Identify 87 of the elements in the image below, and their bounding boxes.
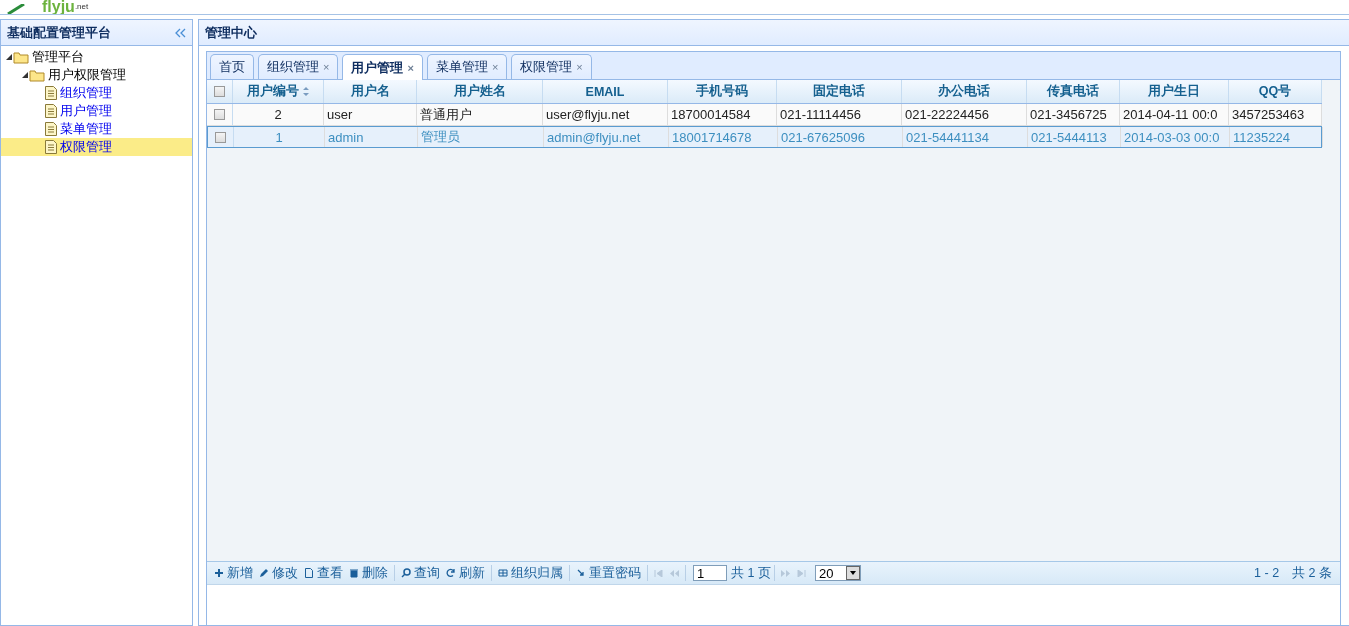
table-cell: 021-11114456 <box>780 107 861 122</box>
sidebar-title: 基础配置管理平台 <box>7 23 111 42</box>
tree-item[interactable]: 管理平台 <box>1 48 192 66</box>
pencil-icon <box>259 568 269 578</box>
toolbar-button[interactable]: 刷新 <box>443 564 488 582</box>
column-header[interactable]: 用户名 <box>350 83 390 100</box>
last-page-icon[interactable] <box>796 569 806 577</box>
column-header[interactable]: 手机号码 <box>696 83 748 100</box>
toolbar-button[interactable]: 删除 <box>346 564 391 582</box>
table-cell: 11235224 <box>1233 129 1290 145</box>
table-cell: 2014-04-11 00:0 <box>1123 107 1218 122</box>
page-number-field[interactable]: 1 <box>693 565 727 581</box>
table-cell: admin@flyju.net <box>547 129 641 145</box>
tree-item[interactable]: 用户管理 <box>1 102 192 120</box>
tab[interactable]: 首页 <box>210 54 254 79</box>
table-cell: 2014-03-03 00:0 <box>1124 129 1220 145</box>
record-summary: 1 - 2 共 2 条 <box>1254 564 1333 582</box>
table-cell: admin <box>328 129 364 145</box>
document-icon <box>45 86 57 100</box>
checkbox[interactable] <box>214 86 225 97</box>
column-header[interactable]: 用户姓名 <box>453 83 506 100</box>
tree-item[interactable]: 权限管理 <box>1 138 192 156</box>
table-cell: 021-67625096 <box>781 129 865 145</box>
arrow-icon <box>576 568 586 578</box>
expand-arrow-icon[interactable] <box>21 71 29 79</box>
tree-item[interactable]: 菜单管理 <box>1 120 192 138</box>
logo-mark-icon <box>6 4 26 14</box>
table-row[interactable]: 1 admin 管理员 admin@flyju.net 18001714678 021-67625096 021-54441134 021-5444113 2014-03-03 00:0 11235224 <box>207 126 1322 148</box>
table-cell: 普通用户 <box>420 105 472 124</box>
column-header[interactable]: 用户编号 <box>246 83 299 100</box>
close-icon[interactable]: × <box>407 61 414 74</box>
folder-icon <box>13 50 29 64</box>
table-cell: 管理员 <box>421 128 460 146</box>
tree-item[interactable]: 组织管理 <box>1 84 192 102</box>
column-header[interactable]: QQ号 <box>1258 83 1292 100</box>
main-title: 管理中心 <box>205 23 257 42</box>
table-cell: 021-22224456 <box>905 107 989 122</box>
tree-item[interactable]: 用户权限管理 <box>1 66 192 84</box>
document-icon <box>304 568 314 578</box>
close-icon[interactable]: × <box>323 61 330 73</box>
column-header[interactable]: 办公电话 <box>938 83 990 100</box>
grid-icon <box>498 568 508 578</box>
table-cell: 1 <box>275 129 283 145</box>
page-count: 共 1 页 <box>731 564 771 582</box>
plus-icon <box>214 568 224 578</box>
toolbar-button[interactable]: 组织归属 <box>495 564 566 582</box>
next-page-icon[interactable] <box>780 569 791 577</box>
trash-icon <box>349 568 359 578</box>
table-cell: 021-54441134 <box>906 129 989 145</box>
search-icon <box>401 568 411 578</box>
table-cell: user@flyju.net <box>546 107 630 122</box>
table-cell: 021-3456725 <box>1030 107 1107 122</box>
toolbar-button[interactable]: 查询 <box>398 564 443 582</box>
expand-arrow-icon[interactable] <box>5 53 13 61</box>
previous-page-icon[interactable] <box>669 569 679 577</box>
close-icon[interactable]: × <box>491 61 499 73</box>
document-icon <box>45 140 57 154</box>
document-icon <box>45 122 57 136</box>
close-icon[interactable]: × <box>576 61 583 73</box>
table-cell: 2 <box>274 107 282 122</box>
document-icon <box>45 104 57 118</box>
tab[interactable]: 权限管理 × <box>511 54 592 79</box>
page-size-select[interactable]: 20 <box>814 565 861 581</box>
collapse-icon[interactable] <box>175 27 186 38</box>
checkbox[interactable] <box>215 131 226 143</box>
refresh-icon <box>446 568 456 578</box>
toolbar-button[interactable]: 重置密码 <box>573 564 644 582</box>
column-header[interactable]: EMAIL <box>585 84 625 99</box>
table-row[interactable]: 2 user 普通用户 user@flyju.net 18700014584 021-11114456 021-22224456 021-3456725 2014-04-11 00:0 3457253463 <box>207 104 1322 126</box>
tab[interactable]: 菜单管理 × <box>426 54 508 79</box>
column-header[interactable]: 固定电话 <box>813 83 865 100</box>
toolbar-button[interactable]: 修改 <box>256 564 301 582</box>
toolbar-button[interactable]: 新增 <box>211 564 256 582</box>
table-cell: 18001714678 <box>672 129 752 145</box>
first-page-icon[interactable] <box>654 569 663 577</box>
sort-icon[interactable] <box>301 86 310 97</box>
table-cell: 021-5444113 <box>1031 129 1107 145</box>
table-cell: 18700014584 <box>671 107 751 122</box>
tab[interactable]: 组织管理 × <box>258 54 339 79</box>
folder-icon <box>29 68 45 82</box>
tab[interactable]: 用户管理 × <box>342 54 423 80</box>
table-cell: 3457253463 <box>1232 107 1305 122</box>
checkbox[interactable] <box>214 109 225 120</box>
toolbar-button[interactable]: 查看 <box>301 564 346 582</box>
column-header[interactable]: 传真电话 <box>1047 83 1099 100</box>
table-cell: user <box>327 107 353 122</box>
column-header[interactable]: 用户生日 <box>1148 83 1200 100</box>
